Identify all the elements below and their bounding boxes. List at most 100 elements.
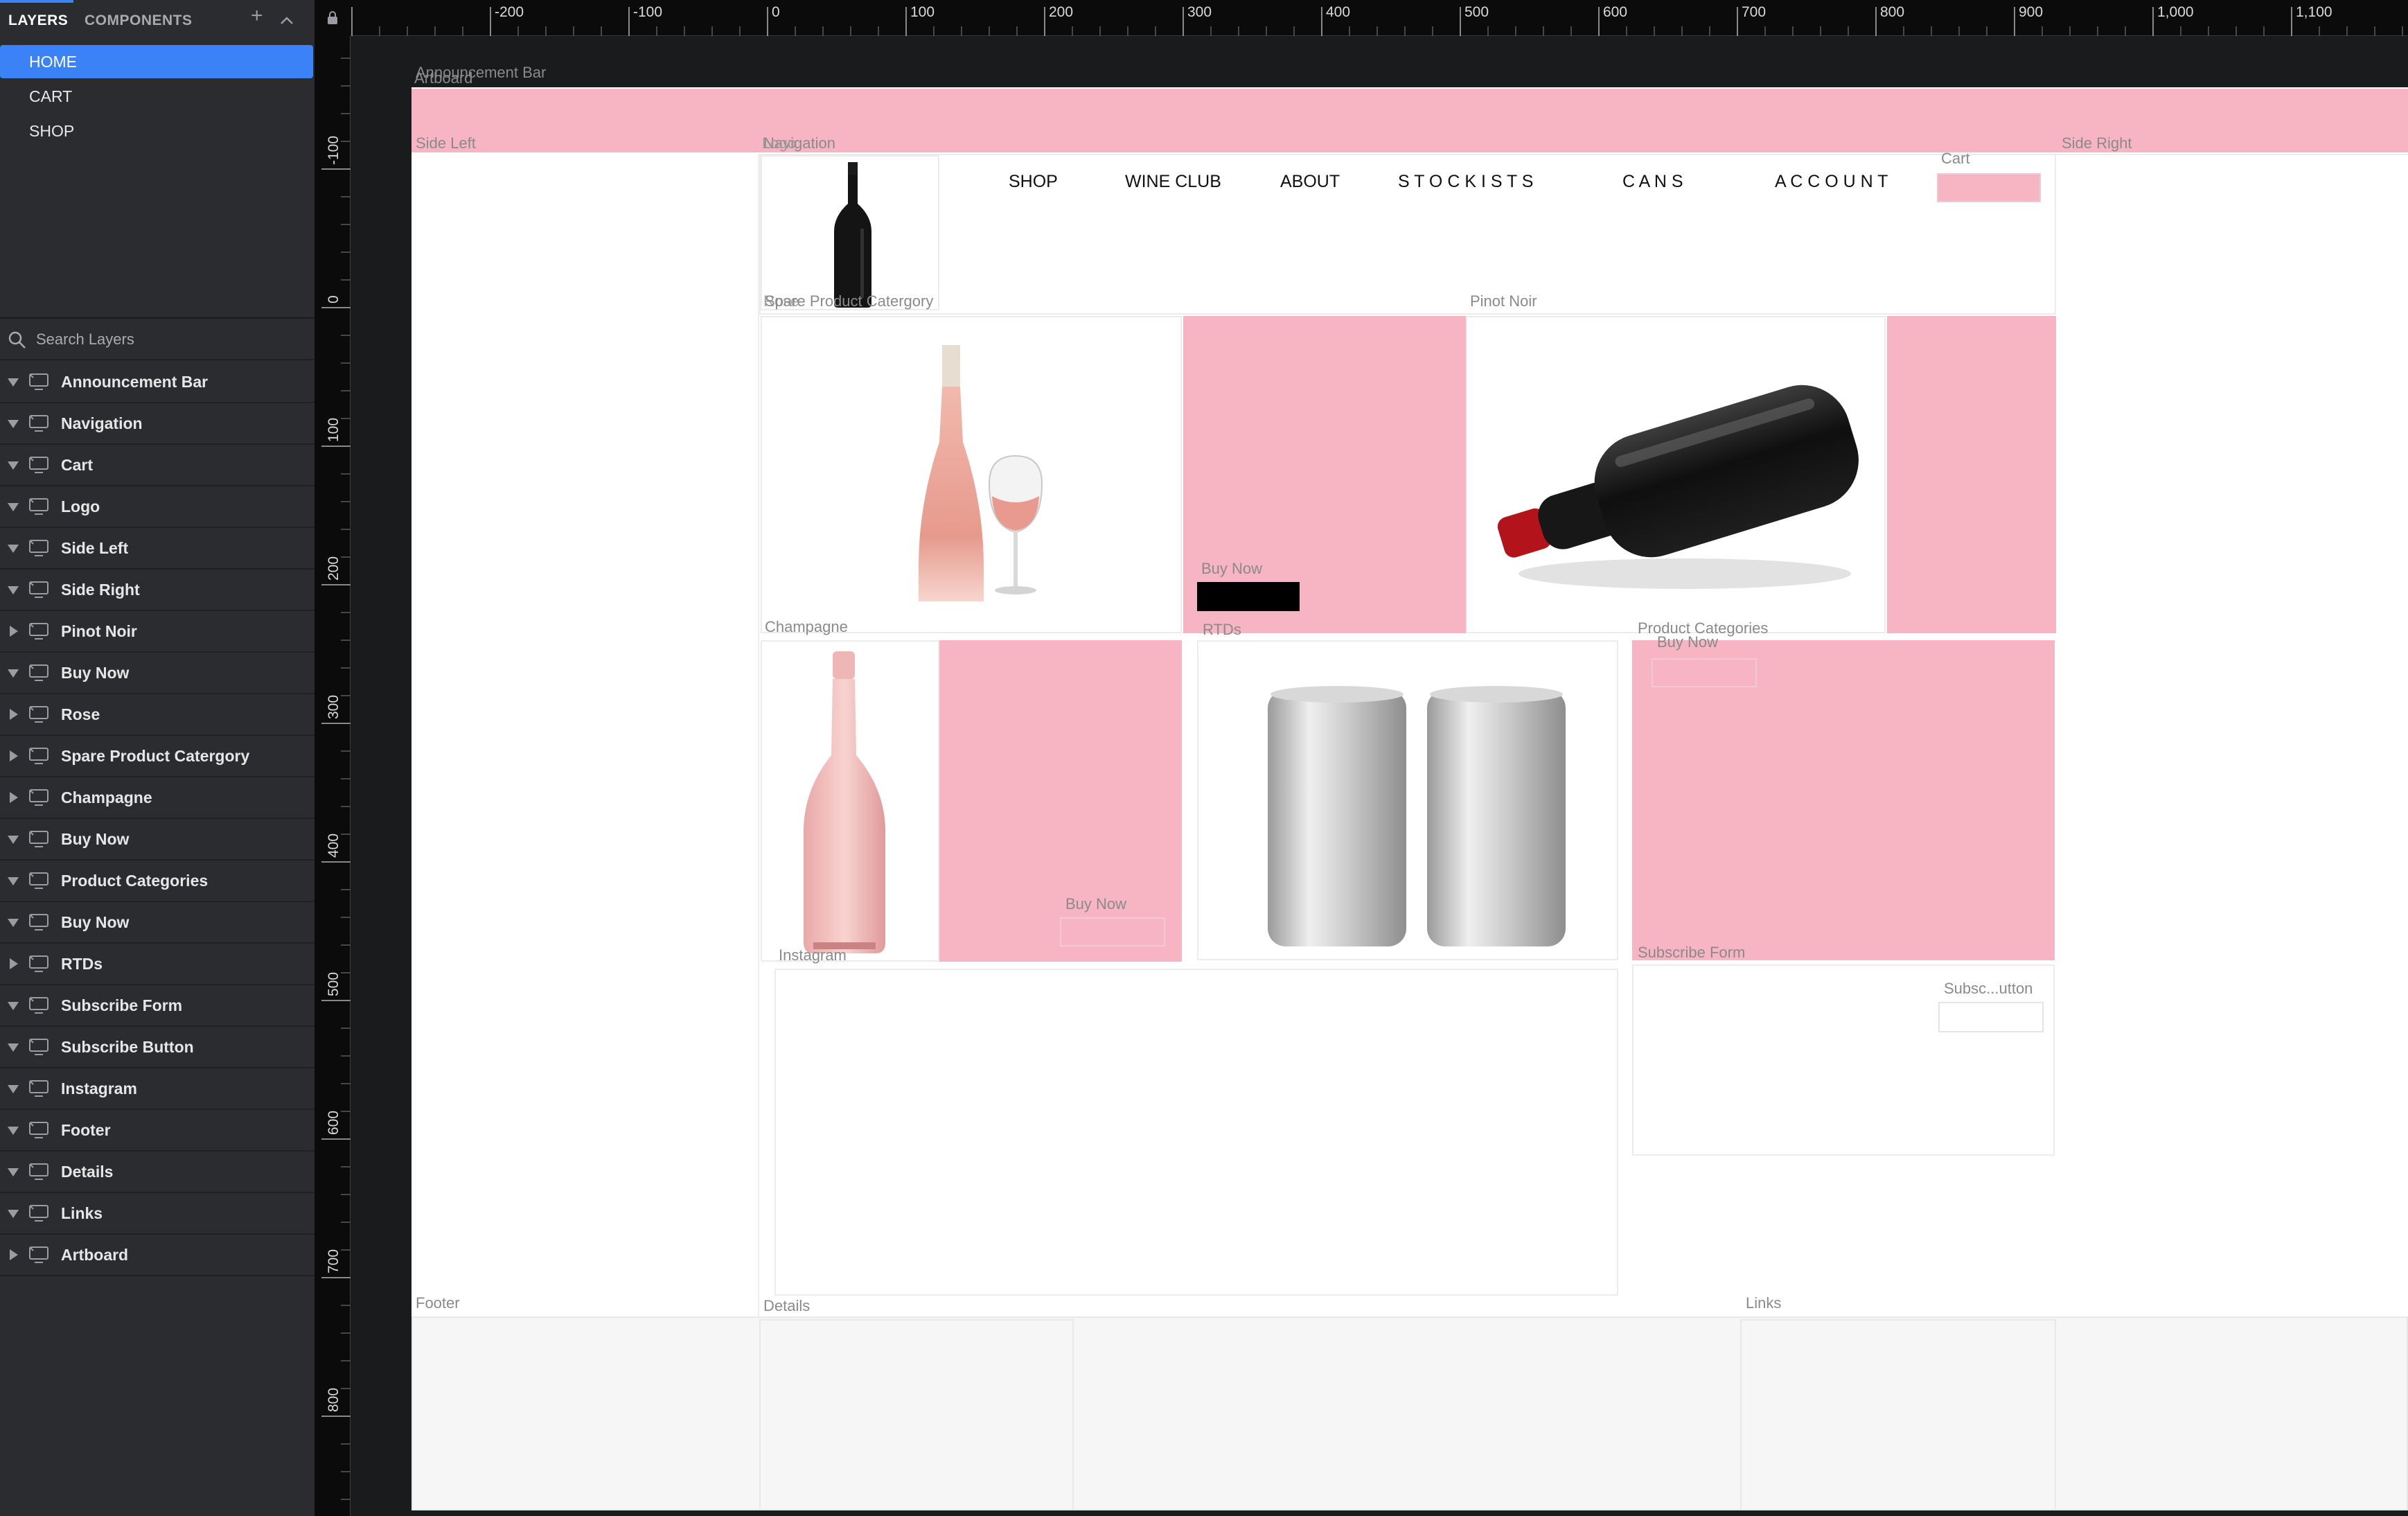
- logo[interactable]: [761, 155, 939, 310]
- cart-label: Cart: [1941, 150, 1970, 167]
- page-shop[interactable]: SHOP: [0, 114, 313, 148]
- buy-now-button-3[interactable]: [1652, 658, 1757, 687]
- links[interactable]: [1740, 1319, 2056, 1510]
- caret-right-icon[interactable]: [6, 790, 21, 805]
- layer-item[interactable]: Subscribe Form: [0, 985, 315, 1027]
- nav-wine-club[interactable]: WINE CLUB: [1125, 172, 1221, 192]
- nav-cans[interactable]: C A N S: [1622, 172, 1683, 192]
- ruler-left-label: 300: [326, 694, 342, 719]
- layer-item[interactable]: RTDs: [0, 944, 315, 985]
- product-categories[interactable]: [1632, 640, 2055, 960]
- layer-label: Cart: [61, 456, 94, 474]
- layer-item[interactable]: Cart: [0, 445, 315, 486]
- instagram[interactable]: [774, 969, 1618, 1296]
- layer-item[interactable]: Artboard: [0, 1235, 315, 1276]
- rtds-label: RTDs: [1203, 621, 1241, 638]
- subscribe-form-label: Subscribe Form: [1638, 944, 1746, 961]
- frame-icon: [29, 623, 48, 640]
- layer-item[interactable]: Announcement Bar: [0, 362, 315, 403]
- caret-down-icon[interactable]: [6, 915, 21, 930]
- layer-item[interactable]: Side Left: [0, 528, 315, 570]
- frame-icon: [29, 872, 48, 889]
- layer-label: Announcement Bar: [61, 373, 209, 391]
- cart[interactable]: [1937, 173, 2041, 202]
- cans-image: [1268, 686, 1566, 946]
- caret-down-icon[interactable]: [6, 831, 21, 847]
- ruler-top-label: 1,000: [2157, 4, 2194, 20]
- page-home[interactable]: HOME: [0, 45, 313, 78]
- caret-down-icon[interactable]: [6, 499, 21, 514]
- caret-right-icon[interactable]: [6, 748, 21, 764]
- champagne-bottle-image: [804, 651, 885, 953]
- caret-down-icon[interactable]: [6, 1081, 21, 1096]
- pinot-noir-product[interactable]: [1466, 316, 1886, 633]
- caret-down-icon[interactable]: [6, 998, 21, 1013]
- tab-layers[interactable]: LAYERS: [8, 12, 68, 29]
- ruler-top-label: 1,100: [2296, 4, 2332, 20]
- caret-down-icon[interactable]: [6, 540, 21, 556]
- caret-down-icon[interactable]: [6, 1206, 21, 1221]
- side-left[interactable]: [411, 154, 759, 1316]
- subscribe-button[interactable]: [1938, 1002, 2044, 1032]
- champagne-product[interactable]: [761, 640, 939, 962]
- caret-down-icon[interactable]: [6, 416, 21, 431]
- layer-item[interactable]: Pinot Noir: [0, 611, 315, 653]
- add-page-icon[interactable]: +: [251, 4, 263, 28]
- nav-shop[interactable]: SHOP: [1009, 172, 1058, 192]
- layer-item[interactable]: Spare Product Catergory: [0, 736, 315, 777]
- collapse-icon[interactable]: [280, 15, 294, 25]
- layer-item[interactable]: Side Right: [0, 570, 315, 611]
- layer-item[interactable]: Rose: [0, 694, 315, 736]
- frame-icon: [29, 1246, 48, 1263]
- layer-item[interactable]: Footer: [0, 1110, 315, 1152]
- caret-down-icon[interactable]: [6, 582, 21, 597]
- footer[interactable]: [411, 1316, 2408, 1510]
- nav-about[interactable]: ABOUT: [1280, 172, 1340, 192]
- side-right-label: Side Right: [2062, 134, 2132, 152]
- caret-down-icon[interactable]: [6, 374, 21, 389]
- layer-item[interactable]: Instagram: [0, 1068, 315, 1110]
- layer-item[interactable]: Product Categories: [0, 861, 315, 902]
- buy-now-button-1[interactable]: [1197, 582, 1300, 611]
- layer-item[interactable]: Buy Now: [0, 819, 315, 861]
- layer-item[interactable]: Details: [0, 1152, 315, 1193]
- caret-down-icon[interactable]: [6, 873, 21, 888]
- champagne-panel[interactable]: [939, 640, 1182, 962]
- caret-down-icon[interactable]: [6, 1122, 21, 1138]
- caret-right-icon[interactable]: [6, 956, 21, 971]
- search-input[interactable]: [36, 327, 299, 352]
- instagram-label: Instagram: [779, 946, 847, 964]
- layers-panel: LAYERS COMPONENTS + HOME CART SHOP Annou…: [0, 0, 315, 1516]
- caret-right-icon[interactable]: [6, 624, 21, 639]
- layer-item[interactable]: Navigation: [0, 403, 315, 445]
- layer-label: Logo: [61, 497, 100, 515]
- caret-down-icon[interactable]: [6, 665, 21, 680]
- layer-label: Side Left: [61, 539, 129, 557]
- ruler-top-label: 500: [1464, 4, 1489, 20]
- nav-account[interactable]: A C C O U N T: [1775, 172, 1888, 192]
- layer-item[interactable]: Buy Now: [0, 902, 315, 944]
- page-cart[interactable]: CART: [0, 80, 313, 113]
- layer-item[interactable]: Champagne: [0, 777, 315, 819]
- ruler-top-label: 400: [1326, 4, 1351, 20]
- caret-down-icon[interactable]: [6, 1164, 21, 1179]
- side-right[interactable]: [2056, 154, 2408, 1318]
- ruler-left-label: 800: [326, 1387, 342, 1412]
- layer-item[interactable]: Subscribe Button: [0, 1027, 315, 1068]
- caret-down-icon[interactable]: [6, 457, 21, 473]
- layer-item[interactable]: Buy Now: [0, 653, 315, 694]
- rose-product[interactable]: [761, 316, 1182, 633]
- lock-icon[interactable]: [327, 11, 338, 25]
- buy-now-button-2[interactable]: [1060, 917, 1165, 946]
- nav-stockists[interactable]: S T O C K I S T S: [1398, 172, 1533, 192]
- ruler-top: -200 -100 0 100 200 300 400 500 600 700 800 900 1,00…: [315, 0, 2408, 36]
- caret-down-icon[interactable]: [6, 1039, 21, 1055]
- tab-components[interactable]: COMPONENTS: [85, 12, 193, 29]
- caret-right-icon[interactable]: [6, 1247, 21, 1262]
- details[interactable]: [759, 1319, 1074, 1510]
- layer-item[interactable]: Logo: [0, 486, 315, 528]
- caret-right-icon[interactable]: [6, 707, 21, 722]
- ruler-top-label: 900: [2019, 4, 2044, 20]
- rtds-product[interactable]: [1197, 640, 1618, 960]
- layer-item[interactable]: Links: [0, 1193, 315, 1235]
